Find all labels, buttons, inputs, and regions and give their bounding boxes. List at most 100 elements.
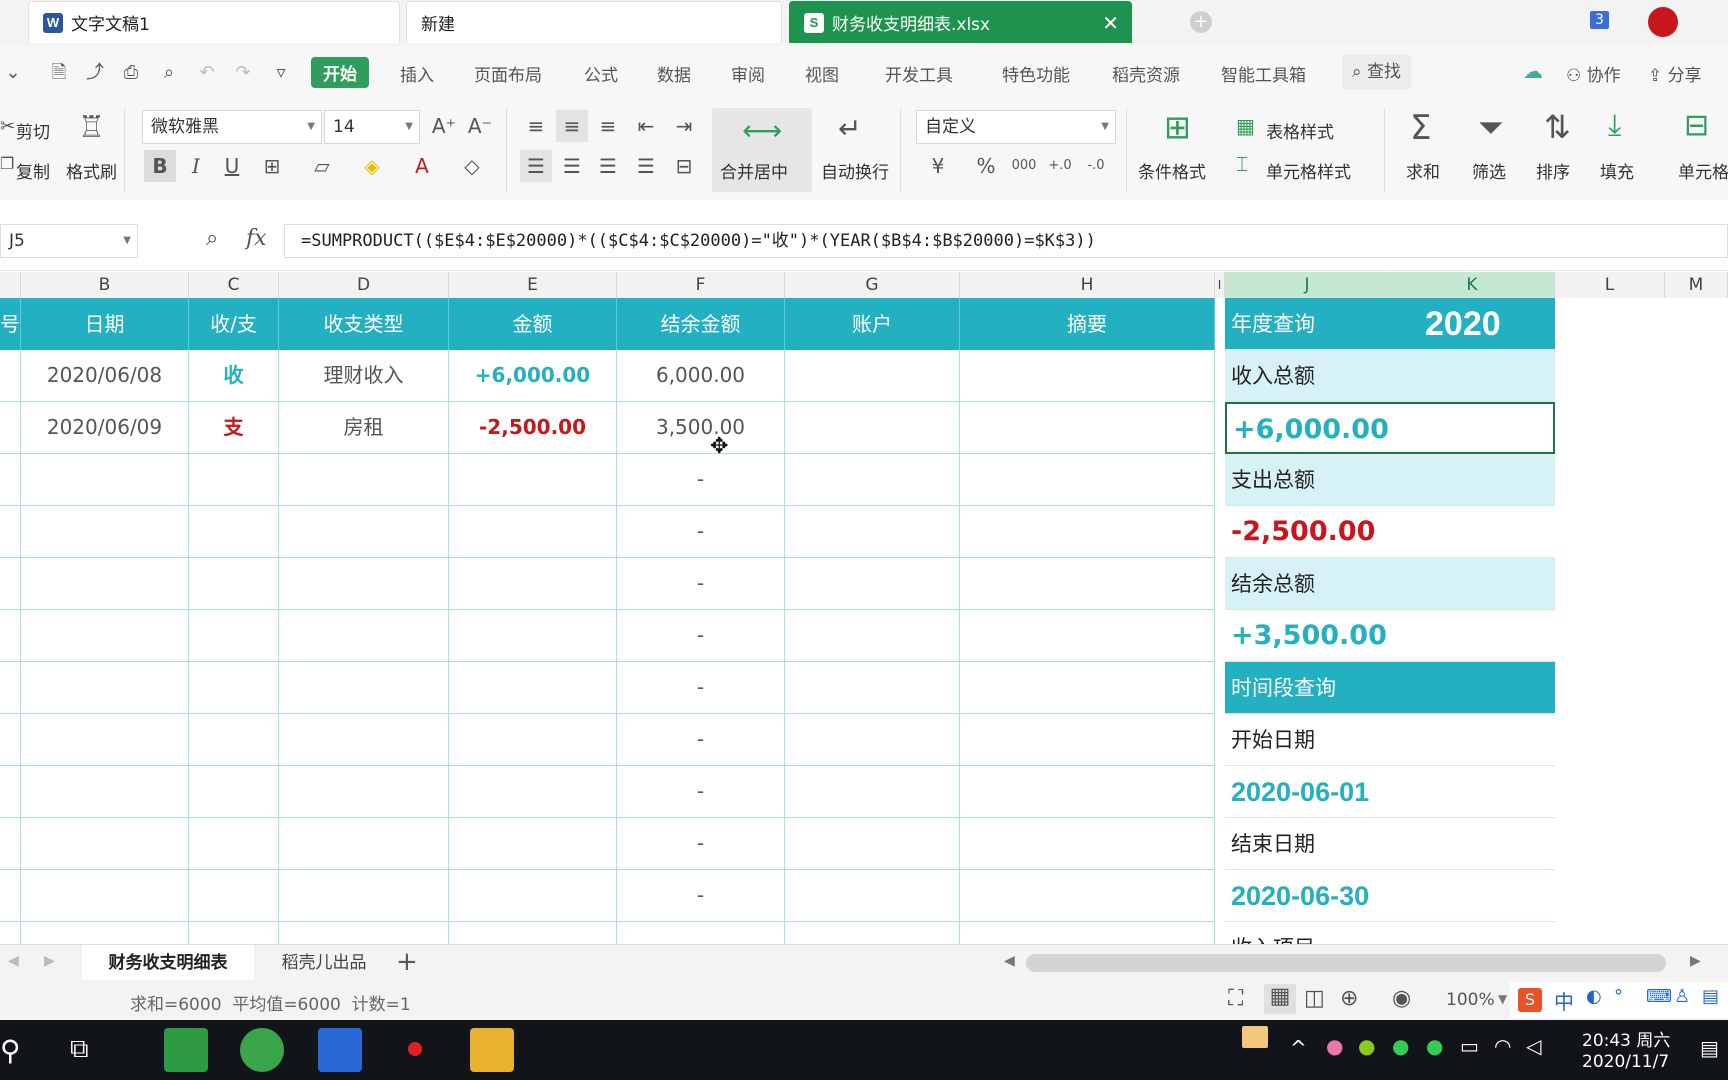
doc-tab-spreadsheet[interactable]: S 财务收支明细表.xlsx ✕ <box>789 1 1132 43</box>
cell-account[interactable] <box>785 818 960 870</box>
thousands-separator-icon[interactable]: 000 <box>1008 150 1040 182</box>
customize-icon[interactable]: ▿ <box>270 62 292 84</box>
search-icon[interactable]: ⚲ <box>0 1034 21 1067</box>
year-value[interactable]: 2020 <box>1425 298 1501 350</box>
cell-balance[interactable]: - <box>617 454 785 506</box>
increase-indent-icon[interactable]: ⇥ <box>668 110 700 142</box>
cell-category[interactable]: 理财收入 <box>279 350 449 402</box>
cell-type[interactable] <box>189 454 279 506</box>
punctuation-icon[interactable]: ° <box>1614 986 1623 1007</box>
cell-balance[interactable]: - <box>617 662 785 714</box>
cell-index[interactable] <box>0 662 21 714</box>
align-bottom-icon[interactable]: ≡ <box>592 110 624 142</box>
cell-type[interactable] <box>189 870 279 922</box>
fill-button[interactable]: 填充 <box>1600 158 1634 183</box>
cell-category[interactable] <box>279 662 449 714</box>
window-count-badge[interactable]: 3 <box>1590 11 1609 29</box>
table-row[interactable]: 2020/06/09 支 房租 -2,500.00 3,500.00 <box>0 402 1215 454</box>
align-right-icon[interactable]: ☰ <box>592 150 624 182</box>
redo-icon[interactable]: ↷ <box>232 62 254 84</box>
browser-app-icon[interactable] <box>240 1028 284 1072</box>
column-header-b[interactable]: B <box>21 272 189 298</box>
cell-note[interactable] <box>960 818 1215 870</box>
cell-style-icon[interactable]: ⌶ <box>1236 152 1248 176</box>
cell-category[interactable] <box>279 766 449 818</box>
underline-icon[interactable]: U <box>216 150 248 182</box>
number-format-select[interactable]: 自定义 ▼ <box>916 110 1116 144</box>
cell-amount[interactable] <box>449 922 617 944</box>
table-row[interactable]: - <box>0 662 1215 714</box>
eye-protection-icon[interactable]: ◉ <box>1392 986 1411 1011</box>
add-sheet-icon[interactable]: + <box>396 947 418 977</box>
cell-account[interactable] <box>785 870 960 922</box>
wrap-text-icon[interactable]: ↵ <box>838 112 861 145</box>
table-row[interactable]: - <box>0 870 1215 922</box>
fill-down-icon[interactable]: ⤓ <box>1608 108 1621 143</box>
wechat-icon[interactable]: ● <box>1426 1034 1443 1058</box>
table-row[interactable]: - <box>0 818 1215 870</box>
notification-app-icon[interactable] <box>1242 1026 1268 1048</box>
task-view-icon[interactable]: ⧉ <box>70 1034 89 1065</box>
chevron-down-icon[interactable]: ▼ <box>1498 992 1507 1006</box>
cell-index[interactable] <box>0 714 21 766</box>
doc-tab-new[interactable]: 新建 <box>406 1 782 43</box>
normal-view-icon[interactable]: ▦ <box>1264 984 1296 1014</box>
font-color-icon[interactable]: A <box>406 150 438 182</box>
cell-balance[interactable]: - <box>617 870 785 922</box>
cell-account[interactable] <box>785 662 960 714</box>
column-header-c[interactable]: C <box>189 272 279 298</box>
print-icon[interactable]: ⎙ <box>120 62 142 84</box>
cell-index[interactable] <box>0 922 21 944</box>
function-icon[interactable]: fx <box>246 226 267 251</box>
column-header-j[interactable]: J <box>1225 272 1390 298</box>
cell-amount[interactable] <box>449 714 617 766</box>
filter-button[interactable]: 筛选 <box>1472 158 1506 183</box>
cell-date[interactable] <box>21 714 189 766</box>
column-header-g[interactable]: G <box>785 272 960 298</box>
cell-balance[interactable]: - <box>617 766 785 818</box>
cut-button[interactable]: 剪切 <box>16 118 50 143</box>
save-icon[interactable]: 🗎 <box>48 62 70 84</box>
column-header-l[interactable]: L <box>1555 272 1665 298</box>
cell-index[interactable] <box>0 558 21 610</box>
cell-index[interactable] <box>0 610 21 662</box>
nav-last-sheet-icon[interactable]: ▶ <box>44 953 55 969</box>
increase-decimal-icon[interactable]: +.0 <box>1044 150 1076 182</box>
cell-index[interactable] <box>0 818 21 870</box>
tab-docer-resources[interactable]: 稻壳资源 <box>1112 61 1180 86</box>
font-name-select[interactable]: 微软雅黑 ▼ <box>142 110 322 144</box>
cell-note[interactable] <box>960 506 1215 558</box>
cell-amount[interactable]: +6,000.00 <box>449 350 617 402</box>
tray-app-icon[interactable]: ● <box>1326 1034 1343 1058</box>
cell-amount[interactable] <box>449 506 617 558</box>
cell-balance[interactable]: - <box>617 818 785 870</box>
cell-index[interactable] <box>0 402 21 454</box>
table-style-button[interactable]: 表格样式 <box>1266 118 1334 143</box>
cell-amount[interactable] <box>449 454 617 506</box>
cell-date[interactable] <box>21 662 189 714</box>
cell-balance[interactable]: 6,000.00 <box>617 350 785 402</box>
filter-icon[interactable]: ⏷ <box>1478 108 1504 147</box>
cell-index[interactable] <box>0 870 21 922</box>
zoom-formula-icon[interactable]: ⌕ <box>206 226 218 251</box>
chevron-up-icon[interactable]: ^ <box>1290 1036 1307 1060</box>
clock-date[interactable]: 2020/11/7 <box>1582 1052 1669 1072</box>
page-break-view-icon[interactable]: ⊕ <box>1340 986 1358 1011</box>
scissors-icon[interactable]: ✂ <box>0 116 15 137</box>
cell-balance[interactable]: 3,500.00 <box>617 402 785 454</box>
increase-font-icon[interactable]: A⁺ <box>428 110 460 142</box>
align-middle-icon[interactable]: ≡ <box>556 110 588 142</box>
italic-icon[interactable]: I <box>180 150 212 182</box>
decrease-indent-icon[interactable]: ⇤ <box>630 110 662 142</box>
start-date-value[interactable]: 2020-06-01 <box>1225 766 1555 818</box>
copy-button[interactable]: 复制 <box>16 158 50 183</box>
cell-date[interactable] <box>21 922 189 944</box>
cell-balance[interactable]: - <box>617 922 785 944</box>
cell-amount[interactable] <box>449 662 617 714</box>
column-header-e[interactable]: E <box>449 272 617 298</box>
cell-balance[interactable]: - <box>617 558 785 610</box>
cell-date[interactable] <box>21 610 189 662</box>
distribute-icon[interactable]: ⊟ <box>668 150 700 182</box>
cell-note[interactable] <box>960 662 1215 714</box>
tab-page-layout[interactable]: 页面布局 <box>474 61 542 86</box>
